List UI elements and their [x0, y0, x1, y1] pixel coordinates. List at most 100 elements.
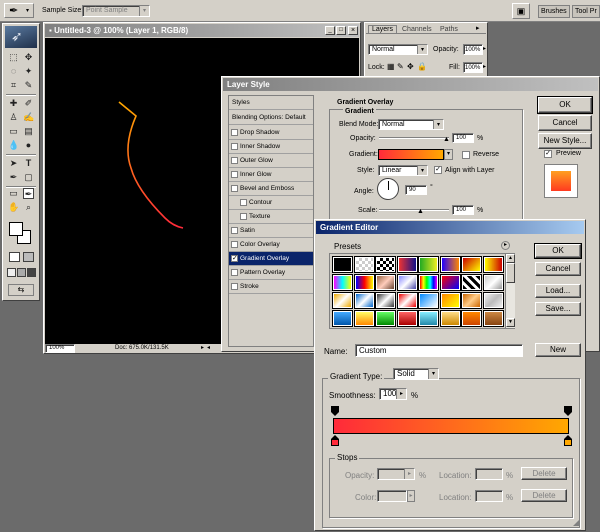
angle-dial[interactable]	[377, 178, 399, 200]
layer-style-titlebar[interactable]: Layer Style	[223, 78, 598, 91]
layer-style-ok-button[interactable]: OK	[537, 96, 593, 114]
marquee-tool-icon[interactable]: ⬚	[8, 52, 19, 63]
effect-item-inner-glow[interactable]: Inner Glow	[229, 168, 313, 182]
gradient-preset-swatch[interactable]	[461, 256, 482, 273]
eyedropper-tool-icon[interactable]: ✒	[23, 188, 34, 199]
stop-opacity-location-field[interactable]	[475, 468, 503, 480]
effect-item-bevel-and-emboss[interactable]: Bevel and Emboss	[229, 182, 313, 196]
effect-item-stroke[interactable]: Stroke	[229, 280, 313, 294]
lasso-tool-icon[interactable]: ◌	[8, 66, 19, 77]
lock-all-icon[interactable]: 🔒	[417, 62, 427, 71]
effect-checkbox[interactable]	[231, 143, 238, 150]
gradient-picker-dropdown[interactable]: ▾	[444, 149, 453, 160]
gradient-preset-swatch[interactable]	[353, 292, 375, 309]
opacity-stop-left[interactable]	[331, 406, 339, 416]
gradient-preset-swatch[interactable]	[439, 292, 461, 309]
dodge-tool-icon[interactable]: ●	[23, 140, 34, 151]
delete-color-stop-button[interactable]: Delete	[521, 489, 567, 502]
maximize-button[interactable]: □	[336, 26, 346, 35]
screen-mode-standard-button[interactable]	[7, 268, 16, 277]
gradient-load-button[interactable]: Load...	[535, 284, 581, 298]
file-browser-button[interactable]: ▣	[512, 3, 530, 19]
history-brush-tool-icon[interactable]: ✍	[23, 112, 34, 123]
healing-brush-tool-icon[interactable]: ✚	[8, 98, 19, 109]
type-tool-icon[interactable]: T	[23, 158, 34, 169]
opacity-slider-track[interactable]	[379, 137, 449, 139]
jump-to-imageready-button[interactable]: ⇆	[8, 284, 34, 296]
gradient-preset-swatch[interactable]	[418, 292, 439, 309]
gradient-preset-swatch[interactable]	[461, 274, 482, 291]
gradient-editor-cancel-button[interactable]: Cancel	[535, 262, 581, 276]
tab-layers[interactable]: Layers	[368, 25, 398, 33]
scale-slider-thumb[interactable]: ▲	[417, 208, 424, 215]
layer-opacity-field[interactable]: 100%	[463, 44, 483, 55]
palette-well-tab-brushes[interactable]: Brushes	[538, 5, 570, 18]
close-button[interactable]: ×	[348, 26, 358, 35]
effect-item-contour[interactable]: Contour	[229, 196, 313, 210]
gradient-bar[interactable]	[333, 418, 569, 434]
gradient-preset-swatch[interactable]	[375, 274, 396, 291]
effect-item-outer-glow[interactable]: Outer Glow	[229, 154, 313, 168]
crop-tool-icon[interactable]: ⌗	[8, 80, 19, 91]
quickmask-mode-button[interactable]	[23, 252, 34, 262]
screen-mode-full-button[interactable]	[27, 268, 36, 277]
resize-grip-icon[interactable]: ◢	[573, 518, 579, 527]
styles-header-item[interactable]: Styles	[229, 96, 313, 110]
gradient-preset-swatch[interactable]	[353, 274, 375, 291]
path-selection-tool-icon[interactable]: ➤	[8, 158, 19, 169]
clone-stamp-tool-icon[interactable]: ♙	[8, 112, 19, 123]
gradient-preset-swatch[interactable]	[375, 292, 396, 309]
scroll-thumb[interactable]	[506, 263, 515, 283]
minimize-button[interactable]: _	[325, 26, 335, 35]
gradient-preset-swatch[interactable]	[332, 292, 353, 309]
opacity-stop-right[interactable]	[564, 406, 572, 416]
opacity-slider-thumb[interactable]: ▲	[443, 136, 450, 143]
chevron-right-icon[interactable]: ▸	[483, 63, 486, 70]
delete-opacity-stop-button[interactable]: Delete	[521, 467, 567, 480]
new-gradient-button[interactable]: New	[535, 343, 581, 357]
effect-item-pattern-overlay[interactable]: Pattern Overlay	[229, 266, 313, 280]
gradient-preset-swatch[interactable]	[418, 310, 439, 327]
gradient-preset-swatch[interactable]	[482, 256, 504, 273]
gradient-preset-swatch[interactable]	[439, 256, 461, 273]
slice-tool-icon[interactable]: ✎	[23, 80, 34, 91]
effect-item-drop-shadow[interactable]: Drop Shadow	[229, 126, 313, 140]
stop-color-swatch[interactable]	[377, 490, 407, 502]
effect-checkbox[interactable]	[231, 283, 238, 290]
gradient-preset-swatch[interactable]	[396, 292, 418, 309]
hand-tool-icon[interactable]: ✋	[8, 202, 19, 213]
angle-field[interactable]: 90	[405, 185, 427, 195]
status-menu-arrow-icon[interactable]: ▸	[201, 344, 204, 351]
shape-tool-icon[interactable]: ▢	[23, 172, 34, 183]
gradient-editor-titlebar[interactable]: Gradient Editor	[316, 221, 584, 234]
gradient-preview-picker[interactable]	[378, 149, 444, 160]
gradient-preset-swatch[interactable]	[439, 274, 461, 291]
gradient-preset-swatch[interactable]	[353, 310, 375, 327]
effect-item-color-overlay[interactable]: Color Overlay	[229, 238, 313, 252]
preview-checkbox[interactable]: ✓	[544, 150, 552, 158]
layer-style-cancel-button[interactable]: Cancel	[538, 115, 592, 131]
gradient-preset-swatch[interactable]	[375, 256, 396, 273]
gradient-preset-swatch[interactable]	[353, 256, 375, 273]
gradient-preset-swatch[interactable]	[396, 274, 418, 291]
effect-item-inner-shadow[interactable]: Inner Shadow	[229, 140, 313, 154]
tab-paths[interactable]: Paths	[440, 26, 458, 33]
effect-checkbox[interactable]	[231, 269, 238, 276]
gradient-preset-swatch[interactable]	[439, 310, 461, 327]
gradient-tool-icon[interactable]: ▤	[23, 126, 34, 137]
gradient-preset-swatch[interactable]	[482, 274, 504, 291]
move-tool-icon[interactable]: ✥	[23, 52, 34, 63]
effect-checkbox[interactable]	[231, 241, 238, 248]
presets-menu-icon[interactable]: ▸	[501, 241, 510, 250]
brush-tool-icon[interactable]: ✐	[23, 98, 34, 109]
new-style-button[interactable]: New Style...	[538, 133, 592, 149]
blend-mode-select[interactable]: Normal ▾	[378, 119, 444, 130]
effect-checkbox[interactable]	[231, 171, 238, 178]
gradient-preset-swatch[interactable]	[461, 292, 482, 309]
sample-size-select[interactable]: Point Sample ▾	[82, 5, 150, 17]
lock-transparency-icon[interactable]: ▦	[387, 62, 395, 71]
gradient-preset-swatch[interactable]	[332, 274, 353, 291]
gradient-preset-swatch[interactable]	[332, 310, 353, 327]
effect-checkbox[interactable]: ✓	[231, 255, 238, 262]
layer-blend-mode-select[interactable]: Normal ▾	[368, 44, 428, 55]
